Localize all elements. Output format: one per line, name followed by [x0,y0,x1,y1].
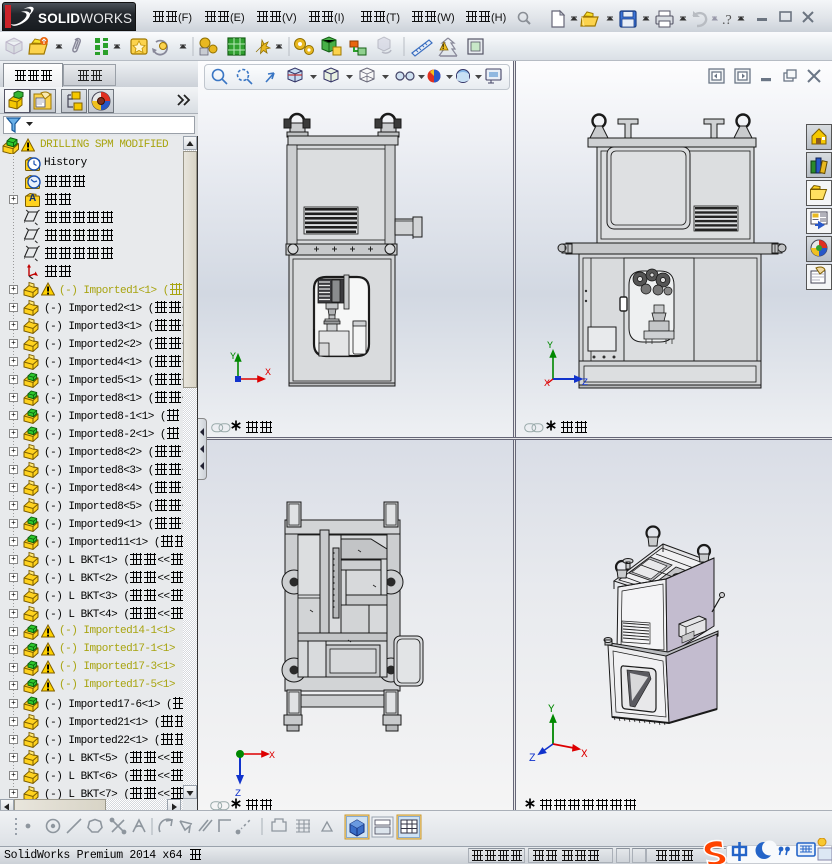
svg-text:!: ! [442,44,444,51]
svg-text:.?: .? [722,13,732,28]
svg-text:Y: Y [547,341,553,352]
svg-text:Y: Y [230,352,236,363]
svg-text:Z: Z [582,378,588,386]
svg-text:X: X [581,749,588,761]
svg-text:Y: Y [548,704,555,716]
svg-text:X: X [544,379,550,386]
svg-text:X: X [269,751,275,762]
svg-text:X: X [265,368,271,379]
svg-text:Z: Z [529,753,536,761]
svg-text:SOLIDWORKS: SOLIDWORKS [38,11,132,26]
